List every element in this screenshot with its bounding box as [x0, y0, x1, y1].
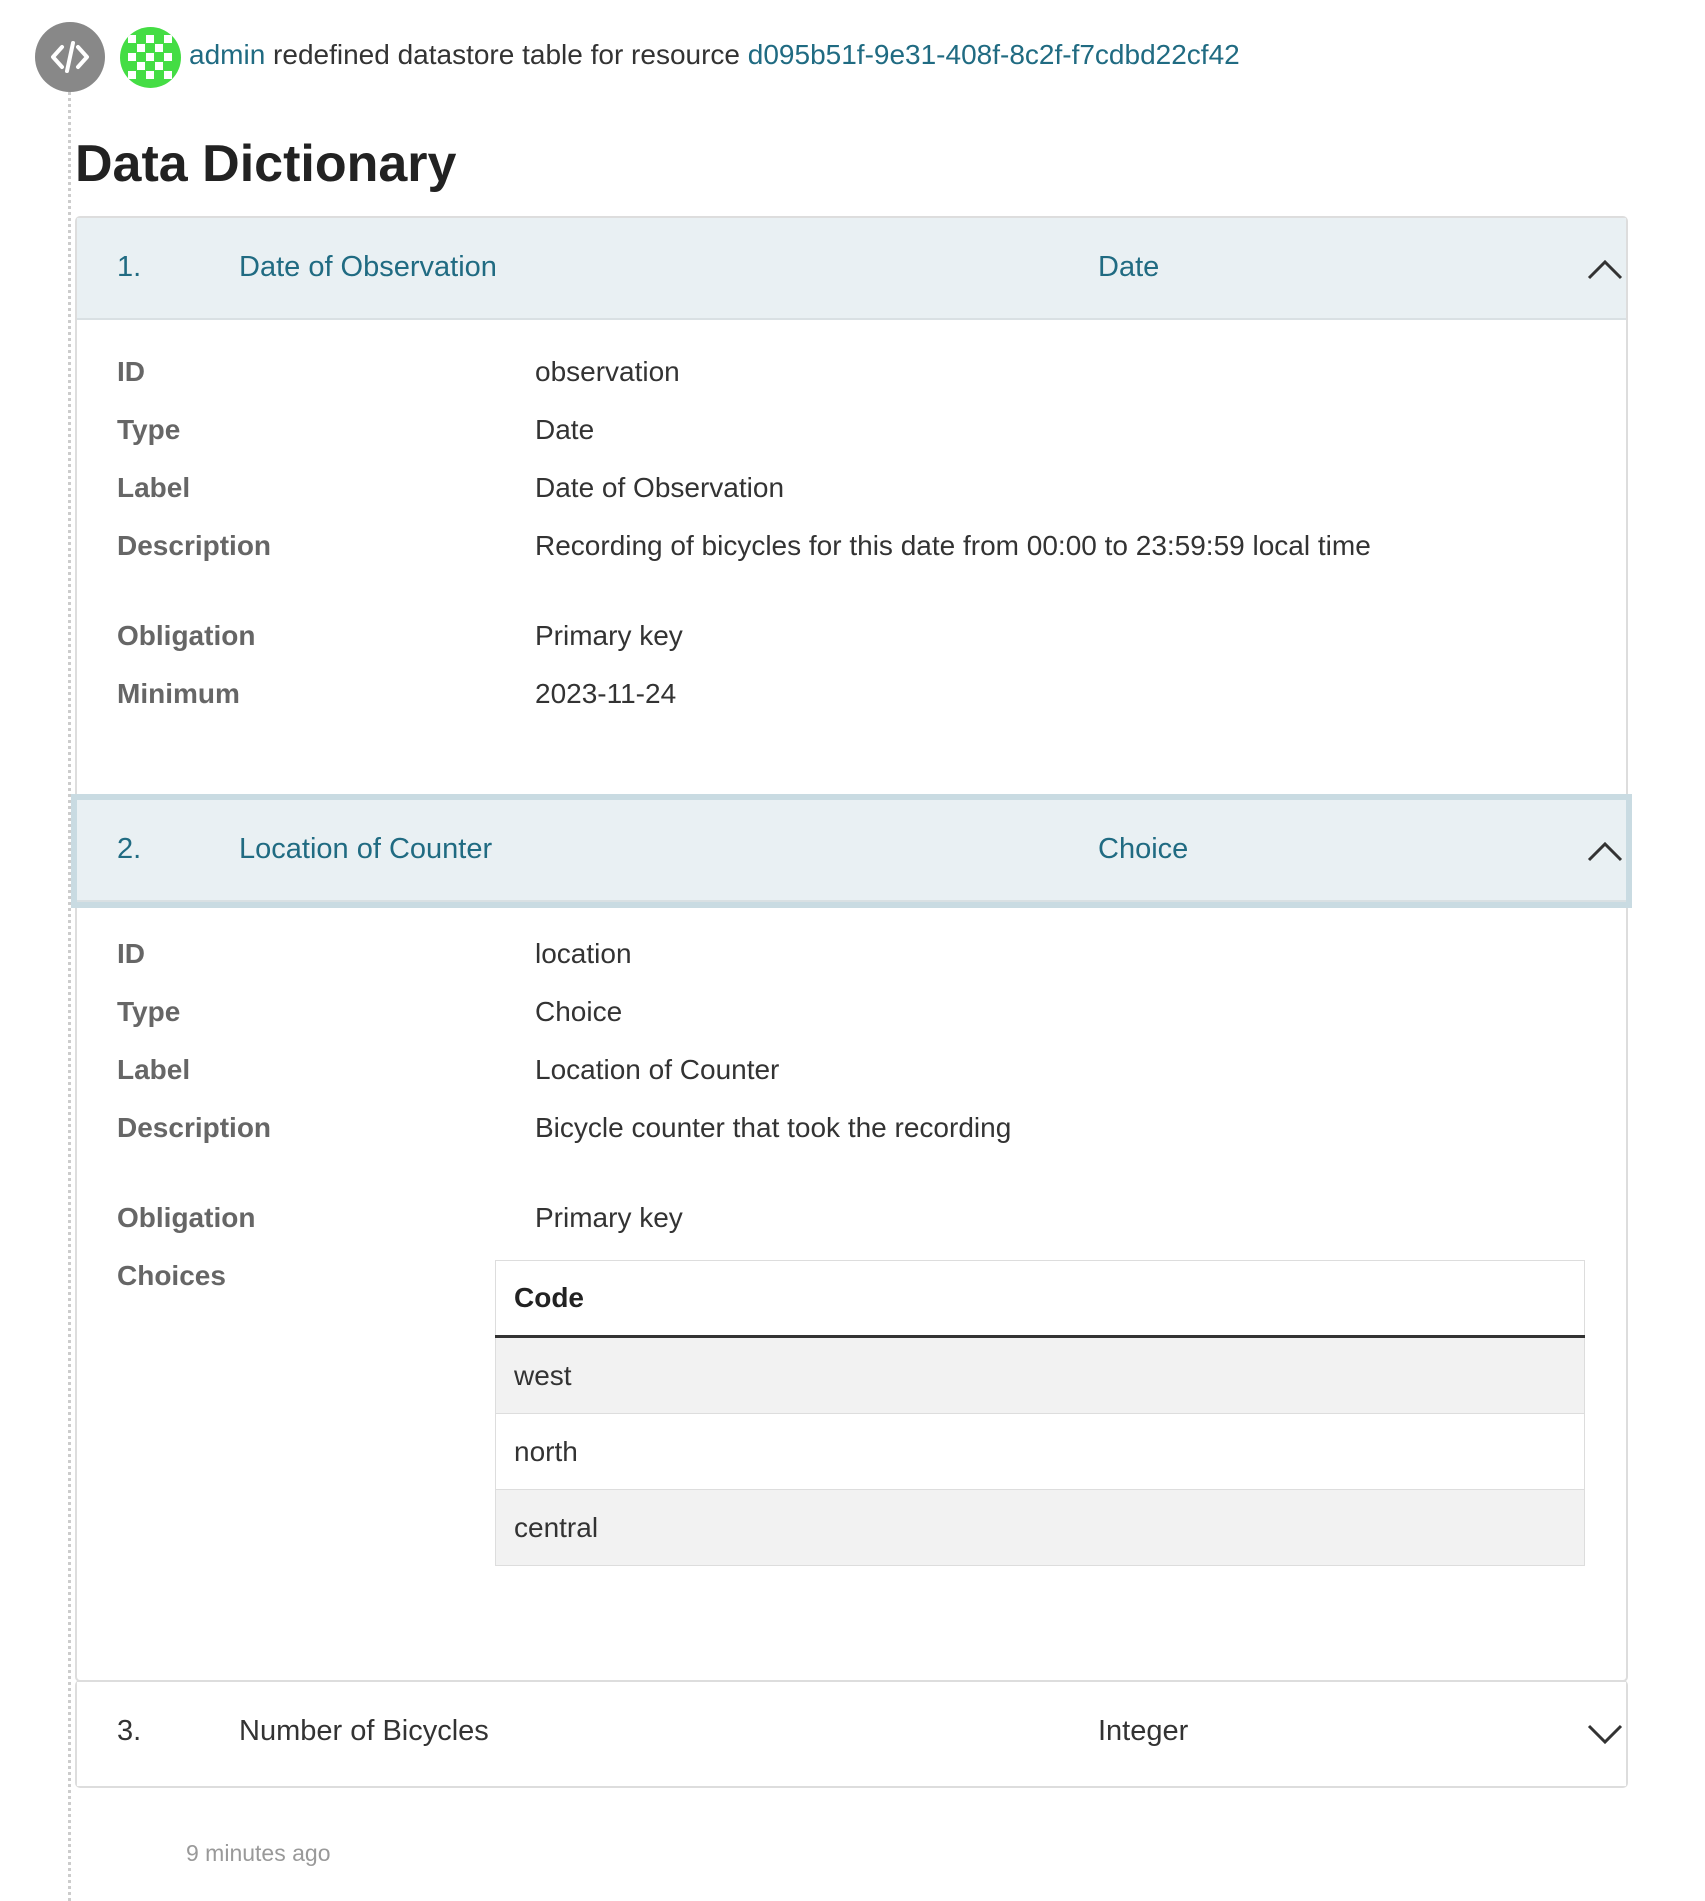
actor-link[interactable]: admin — [189, 39, 265, 70]
timeline-line — [68, 92, 71, 1901]
table-header-row: Code — [495, 1260, 1585, 1338]
property-description: Description Bicycle counter that took th… — [117, 1112, 1012, 1143]
property-type: Type Choice — [117, 996, 623, 1027]
field-type: Integer — [1098, 1715, 1189, 1747]
resource-link[interactable]: d095b51f-9e31-408f-8c2f-f7cdbd22cf42 — [748, 39, 1240, 70]
field-number: 3. — [117, 1715, 142, 1747]
chevron-up-icon[interactable] — [1586, 836, 1624, 866]
property-obligation: Obligation Primary key — [117, 620, 683, 651]
property-id: ID observation — [117, 356, 680, 387]
activity-action: redefined datastore table for resource — [273, 39, 740, 70]
column-header-code: Code — [495, 1260, 1585, 1338]
field-header-1[interactable]: 1. Date of Observation Date — [77, 218, 1626, 320]
page-title: Data Dictionary — [75, 135, 457, 193]
chevron-down-icon[interactable] — [1586, 1718, 1624, 1748]
property-label: Label Location of Counter — [117, 1054, 780, 1085]
field-label: Number of Bicycles — [239, 1715, 489, 1747]
table-row: central — [495, 1489, 1585, 1566]
property-minimum: Minimum 2023-11-24 — [117, 678, 677, 709]
field-number: 1. — [117, 251, 142, 283]
field-header-3[interactable]: 3. Number of Bicycles Integer — [77, 1682, 1626, 1786]
field-label: Date of Observation — [239, 251, 497, 283]
field-number: 2. — [117, 833, 142, 865]
field-type: Date — [1098, 251, 1160, 283]
property-choices: Choices — [117, 1260, 226, 1291]
property-obligation: Obligation Primary key — [117, 1202, 683, 1233]
user-avatar[interactable] — [120, 27, 181, 88]
field-header-2[interactable]: 2. Location of Counter Choice — [77, 800, 1626, 902]
field-type: Choice — [1098, 833, 1189, 865]
table-cell: west — [495, 1336, 1585, 1414]
field-panel-2: 2. Location of Counter Choice ID locatio… — [75, 798, 1628, 1682]
table-row: north — [495, 1413, 1585, 1490]
activity-timestamp: 9 minutes ago — [186, 1840, 331, 1866]
table-cell: north — [495, 1413, 1585, 1490]
property-description: Description Recording of bicycles for th… — [117, 530, 1371, 561]
table-row: west — [495, 1336, 1585, 1414]
property-label: Label Date of Observation — [117, 472, 785, 503]
property-type: Type Date — [117, 414, 595, 445]
table-cell: central — [495, 1489, 1585, 1566]
field-panel-3: 3. Number of Bicycles Integer — [75, 1680, 1628, 1788]
field-label: Location of Counter — [239, 833, 493, 865]
choices-table: Code west north central — [495, 1260, 1585, 1566]
code-icon — [35, 22, 105, 92]
property-id: ID location — [117, 938, 632, 969]
field-panel-1: 1. Date of Observation Date ID observati… — [75, 216, 1628, 805]
activity-headline: admin redefined datastore table for reso… — [189, 37, 1240, 73]
chevron-up-icon[interactable] — [1586, 254, 1624, 284]
